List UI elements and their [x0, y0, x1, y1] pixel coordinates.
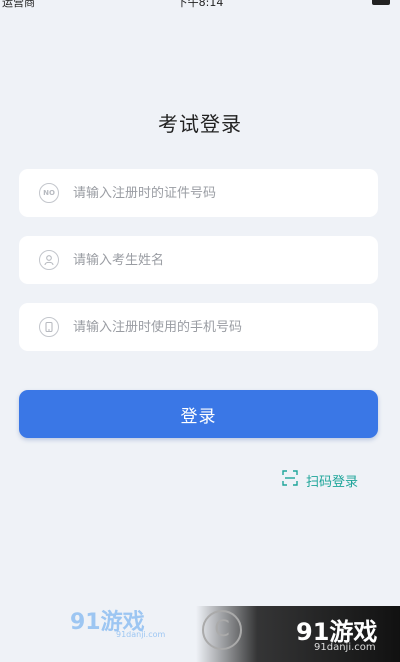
login-button[interactable]: 登录 — [19, 390, 378, 438]
id-number-input[interactable] — [73, 185, 333, 201]
watermark-left-url: 91danji.com — [116, 630, 166, 639]
id-no-icon: NO — [39, 183, 59, 203]
scan-login-label: 扫码登录 — [306, 474, 359, 490]
phone-icon — [39, 317, 59, 337]
id-number-field[interactable]: NO — [19, 169, 378, 217]
id-no-icon-text: NO — [43, 189, 55, 197]
watermark-logo-left: 91游戏 91danji.com — [70, 604, 170, 644]
name-field[interactable] — [19, 236, 378, 284]
phone-field[interactable] — [19, 303, 378, 351]
watermark-right-url: 91danji.com — [314, 642, 376, 653]
page-title: 考试登录 — [158, 112, 242, 136]
battery-icon — [372, 0, 390, 5]
scan-login-link[interactable]: 扫码登录 — [282, 470, 358, 490]
name-input[interactable] — [73, 252, 333, 268]
watermark-c-icon: C — [202, 610, 242, 650]
clock-time: 下午8:14 — [176, 0, 224, 9]
watermark-logo-right: C 91游戏 91danji.com — [196, 606, 400, 662]
scan-qr-icon — [282, 470, 298, 490]
phone-input[interactable] — [73, 319, 333, 335]
status-bar: 运营商 下午8:14 — [0, 0, 400, 10]
person-icon — [39, 250, 59, 270]
